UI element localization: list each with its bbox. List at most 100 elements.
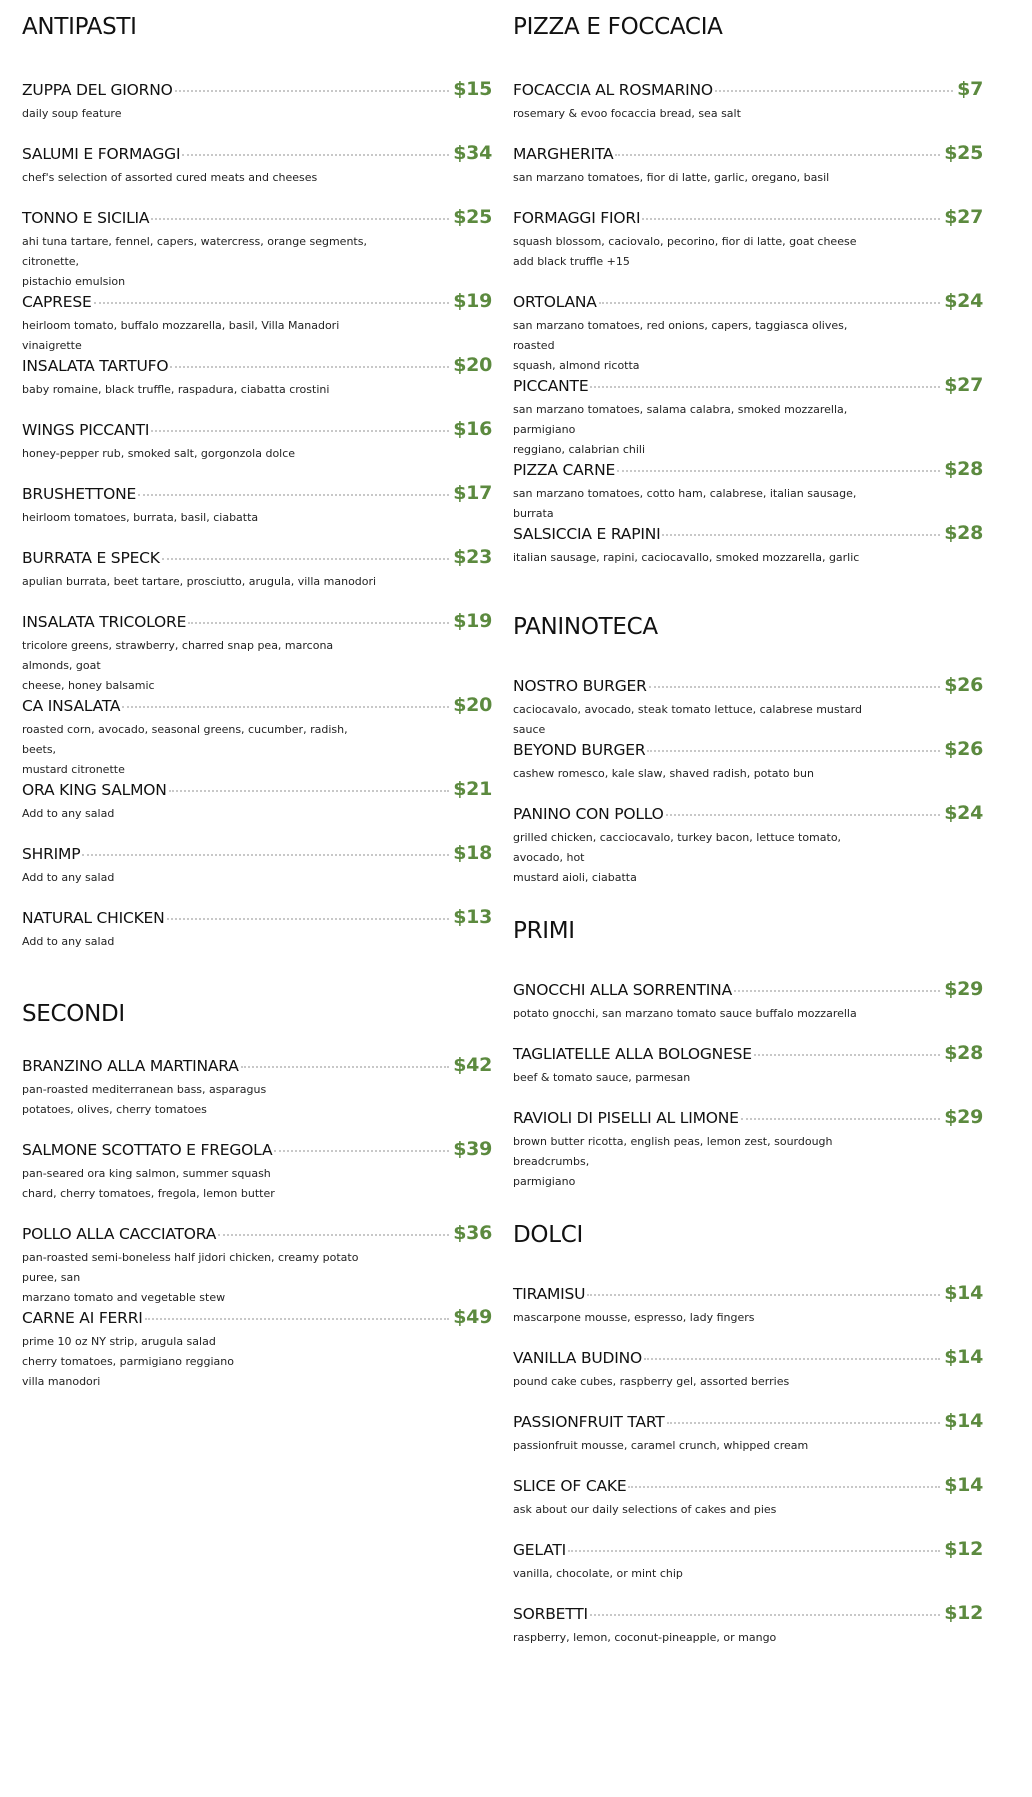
item-line: INSALATA TRICOLORE $19 [22,610,492,634]
section-dolci: DOLCI TIRAMISU $14 mascarpone mousse, espr… [513,1222,983,1644]
section-title-secondi: SECONDI [22,1001,125,1027]
menu-item: GELATI $12 vanilla, chocolate, or mint chi… [513,1538,983,1584]
menu-item: SALUMI E FORMAGGI $34 chef's selection of … [22,142,492,188]
item-description: grilled chicken, cacciocavalo, turkey ba… [513,831,842,884]
item-price: $14 [944,1474,983,1496]
dotted-leader [598,302,941,304]
item-description: pound cake cubes, raspberry gel, assorte… [513,1375,790,1388]
item-name: VANILLA BUDINO [513,1349,643,1367]
menu-item: NATURAL CHICKEN $13 Add to any salad [22,906,492,952]
dotted-leader [122,706,450,708]
menu-item: TONNO E SICILIA $25 ahi tuna tartare, fenn… [22,206,492,292]
item-name: WINGS PICCANTI [22,421,150,439]
dotted-leader [151,430,450,432]
dotted-leader [82,854,450,856]
item-name: PICCANTE [513,377,589,395]
item-description: brown butter ricotta, english peas, lemo… [513,1135,833,1188]
item-name: INSALATA TARTUFO [22,357,169,375]
item-line: SALMONE SCOTTATO E FREGOLA $39 [22,1138,492,1162]
item-line: TONNO E SICILIA $25 [22,206,492,230]
menu-item: ORTOLANA $24 san marzano tomatoes, red oni… [513,290,983,376]
item-price: $14 [944,1346,983,1368]
menu-item: SALMONE SCOTTATO E FREGOLA $39 pan-seared … [22,1138,492,1204]
item-line: BEYOND BURGER $26 [513,738,983,762]
item-description: heirloom tomato, buffalo mozzarella, bas… [22,319,340,352]
item-description: cashew romesco, kale slaw, shaved radish… [513,767,814,780]
item-name: TIRAMISU [513,1285,586,1303]
item-line: RAVIOLI DI PISELLI AL LIMONE $29 [513,1106,983,1130]
item-price: $16 [453,418,492,440]
item-line: BRUSHETTONE $17 [22,482,492,506]
menu-item: TIRAMISU $14 mascarpone mousse, espresso, … [513,1282,983,1328]
item-name: FOCACCIA AL ROSMARINO [513,81,713,99]
dotted-leader [733,990,941,992]
dotted-leader [218,1234,450,1236]
dotted-leader [138,494,450,496]
item-line: INSALATA TARTUFO $20 [22,354,492,378]
item-description: prime 10 oz NY strip, arugula salad cher… [22,1335,234,1388]
item-description: san marzano tomatoes, salama calabra, sm… [513,403,848,456]
dotted-leader [182,154,450,156]
dotted-leader [615,154,941,156]
item-line: PIZZA CARNE $28 [513,458,983,482]
item-line: FORMAGGI FIORI $27 [513,206,983,230]
item-price: $20 [453,354,492,376]
item-name: PANINO CON POLLO [513,805,664,823]
menu-item: BRUSHETTONE $17 heirloom tomatoes, burrata… [22,482,492,528]
menu-item: INSALATA TARTUFO $20 baby romaine, black t… [22,354,492,400]
item-name: BEYOND BURGER [513,741,646,759]
item-description: pan-roasted mediterranean bass, asparagu… [22,1083,267,1116]
item-name: BRANZINO ALLA MARTINARA [22,1057,239,1075]
item-description: chef's selection of assorted cured meats… [22,171,318,184]
section-antipasti: ANTIPASTI ZUPPA DEL GIORNO $15 daily soup … [22,14,492,948]
dotted-leader [628,1486,941,1488]
item-price: $36 [453,1222,492,1244]
menu-item: PICCANTE $27 san marzano tomatoes, salama … [513,374,983,460]
item-line: WINGS PICCANTI $16 [22,418,492,442]
menu-item: TAGLIATELLE ALLA BOLOGNESE $28 beef & toma… [513,1042,983,1088]
item-name: POLLO ALLA CACCIATORA [22,1225,217,1243]
item-description: squash blossom, caciovalo, pecorino, fio… [513,235,857,268]
item-line: FOCACCIA AL ROSMARINO $7 [513,78,983,102]
dotted-leader [188,622,450,624]
item-description: Add to any salad [22,807,115,820]
menu-item: SALSICCIA E RAPINI $28 italian sausage, ra… [513,522,983,568]
item-description: mascarpone mousse, espresso, lady finger… [513,1311,755,1324]
menu-item: VANILLA BUDINO $14 pound cake cubes, raspb… [513,1346,983,1392]
item-price: $42 [453,1054,492,1076]
item-price: $18 [453,842,492,864]
item-name: CAPRESE [22,293,92,311]
item-price: $23 [453,546,492,568]
item-name: SALMONE SCOTTATO E FREGOLA [22,1141,273,1159]
item-line: GNOCCHI ALLA SORRENTINA $29 [513,978,983,1002]
menu-item: ORA KING SALMON $21 Add to any salad [22,778,492,824]
item-name: ORA KING SALMON [22,781,167,799]
section-title-pizza: PIZZA E FOCCACIA [513,14,723,40]
dotted-leader [174,90,450,92]
item-name: NATURAL CHICKEN [22,909,165,927]
menu-item: CA INSALATA $20 roasted corn, avocado, sea… [22,694,492,780]
item-name: SORBETTI [513,1605,588,1623]
item-line: NATURAL CHICKEN $13 [22,906,492,930]
section-primi: PRIMI GNOCCHI ALLA SORRENTINA $29 potato g… [513,918,983,1188]
item-description: honey-pepper rub, smoked salt, gorgonzol… [22,447,296,460]
dotted-leader [714,90,954,92]
item-line: VANILLA BUDINO $14 [513,1346,983,1370]
dotted-leader [590,386,941,388]
item-line: NOSTRO BURGER $26 [513,674,983,698]
item-name: PASSIONFRUIT TART [513,1413,665,1431]
item-description: Add to any salad [22,871,115,884]
item-line: SALUMI E FORMAGGI $34 [22,142,492,166]
item-name: GELATI [513,1541,567,1559]
item-name: BURRATA E SPECK [22,549,160,567]
item-price: $29 [944,978,983,1000]
item-price: $19 [453,290,492,312]
item-price: $25 [944,142,983,164]
item-name: TAGLIATELLE ALLA BOLOGNESE [513,1045,752,1063]
item-description: pan-roasted semi-boneless half jidori ch… [22,1251,359,1304]
item-description: ahi tuna tartare, fennel, capers, waterc… [22,235,367,288]
dotted-leader [274,1150,450,1152]
dotted-leader [648,686,941,688]
item-line: PANINO CON POLLO $24 [513,802,983,826]
item-price: $27 [944,206,983,228]
